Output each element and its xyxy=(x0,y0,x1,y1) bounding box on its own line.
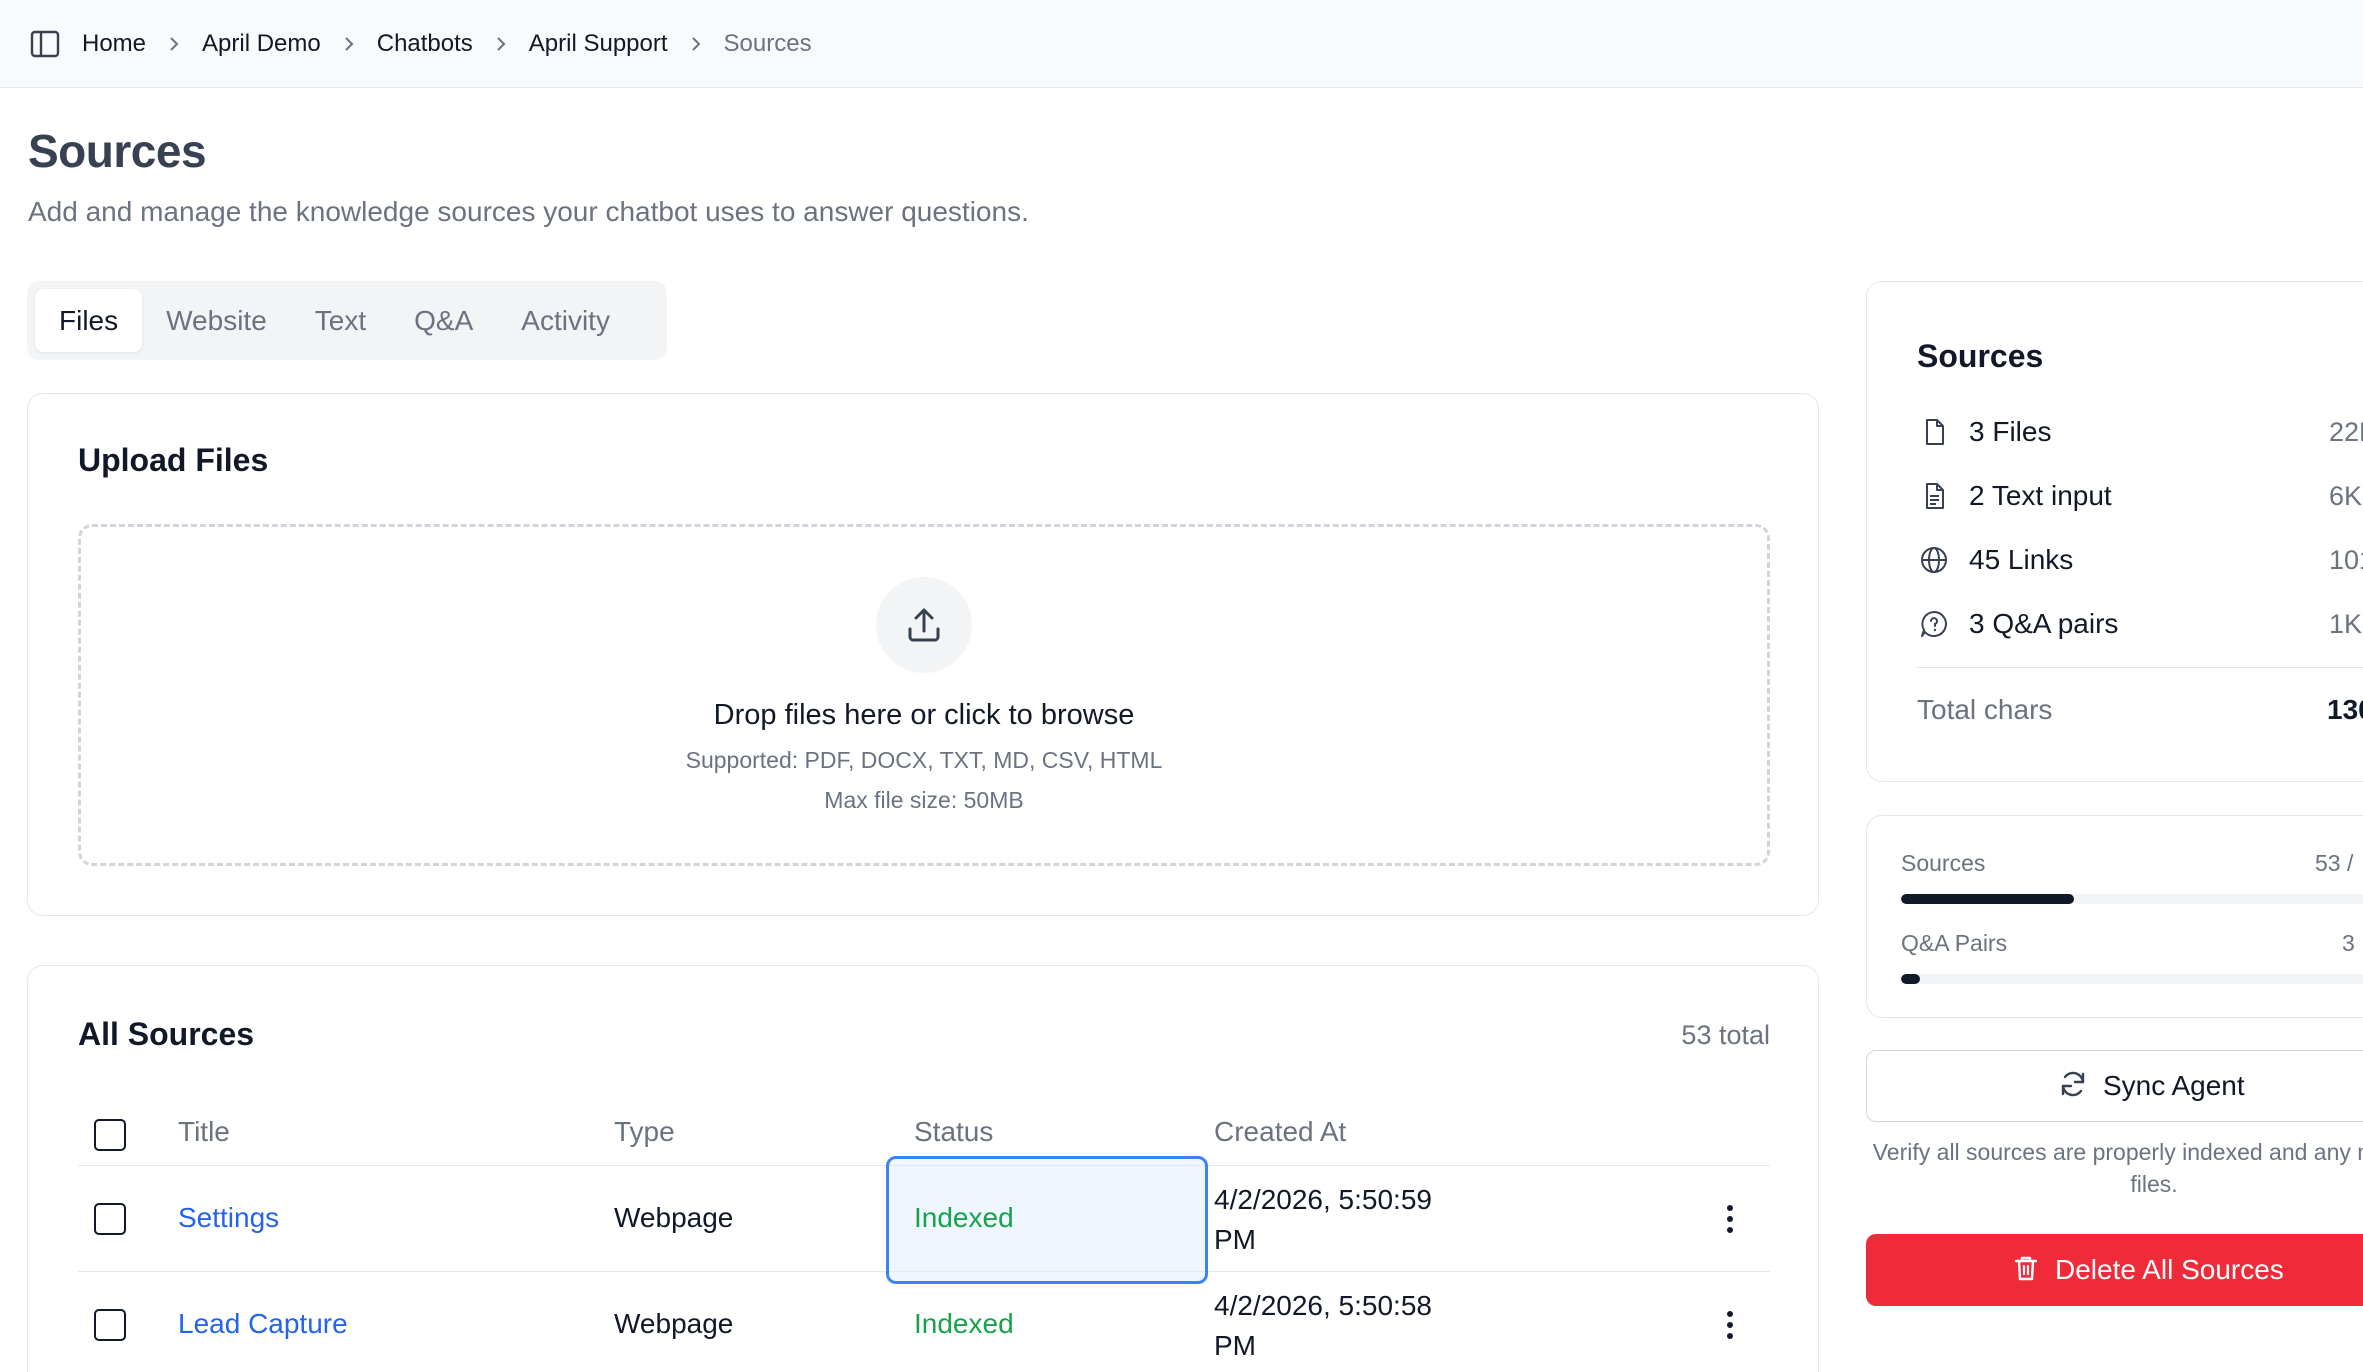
globe-icon xyxy=(1917,543,1951,577)
qa-usage-value: 3 xyxy=(2342,930,2355,956)
summary-value: 101K cha xyxy=(2329,544,2363,575)
column-title[interactable]: Title xyxy=(178,1116,230,1148)
created-at-line1: 4/2/2026, 5:50:58 xyxy=(1214,1290,1432,1321)
summary-value: 22K cha xyxy=(2329,416,2363,447)
qa-usage-label: Q&A Pairs xyxy=(1901,930,2008,956)
table-row[interactable]: Settings Webpage Indexed 4/2/2026, 5:50:… xyxy=(78,1156,1770,1284)
sources-usage-label: Sources xyxy=(1901,850,1986,876)
breadcrumb-current: Sources xyxy=(723,29,812,57)
tab-text[interactable]: Text xyxy=(291,289,390,352)
dropzone-text: Drop files here or click to browse xyxy=(713,699,1135,731)
top-bar: Home April Demo Chatbots April Support S… xyxy=(0,0,2363,88)
breadcrumb-home[interactable]: Home xyxy=(82,30,146,58)
summary-label: 3 Q&A pairs xyxy=(1969,608,2119,639)
column-status[interactable]: Status xyxy=(914,1116,993,1148)
status-badge: Indexed xyxy=(914,1308,1014,1339)
created-at: 4/2/2026, 5:50:59 PM xyxy=(1214,1180,1432,1260)
summary-value: 1K cha xyxy=(2329,608,2363,639)
chevron-right-icon xyxy=(168,35,180,53)
source-title-link[interactable]: Lead Capture xyxy=(178,1308,348,1340)
total-chars-label: Total chars xyxy=(1917,694,2053,725)
refresh-icon xyxy=(2057,1068,2089,1105)
sources-usage-value: 53 / xyxy=(2315,850,2354,876)
delete-all-sources-label: Delete All Sources xyxy=(2055,1254,2284,1285)
row-checkbox[interactable] xyxy=(94,1309,126,1341)
usage-card: Sources 53 / Q&A Pairs 3 xyxy=(1866,815,2363,1018)
tab-website[interactable]: Website xyxy=(142,289,291,352)
upload-files-card: Upload Files Drop files here or click to… xyxy=(27,393,1819,916)
sync-note: Verify all sources are properly indexed … xyxy=(1872,1139,2363,1197)
delete-all-sources-button[interactable]: Delete All Sources xyxy=(1866,1234,2363,1306)
row-actions-icon[interactable] xyxy=(1718,1305,1742,1345)
source-title-link[interactable]: Settings xyxy=(178,1202,279,1234)
sources-usage-bar xyxy=(1901,894,2363,904)
summary-title: Sources xyxy=(1917,338,2044,374)
created-at-line2: PM xyxy=(1214,1330,1256,1361)
tab-files[interactable]: Files xyxy=(35,289,143,352)
row-actions-icon[interactable] xyxy=(1718,1199,1742,1239)
summary-row-files: 3 Files 22K cha xyxy=(1917,412,2363,452)
summary-label: 2 Text input xyxy=(1969,480,2112,511)
sources-summary-card: Sources 3 Files 22K cha 2 Text input 6K … xyxy=(1866,281,2363,782)
summary-divider xyxy=(1917,667,2363,668)
source-type: Webpage xyxy=(614,1202,734,1233)
qa-usage-bar xyxy=(1901,974,2363,984)
chevron-right-icon xyxy=(495,35,507,53)
tab-qa[interactable]: Q&A xyxy=(390,289,497,352)
upload-icon xyxy=(876,577,972,673)
created-at-line1: 4/2/2026, 5:50:59 xyxy=(1214,1184,1432,1215)
all-sources-card: All Sources 53 total Title Type Status C… xyxy=(27,965,1819,1372)
source-type: Webpage xyxy=(614,1308,734,1339)
trash-icon xyxy=(2011,1253,2041,1288)
summary-row-text: 2 Text input 6K cha xyxy=(1917,476,2363,516)
sync-agent-button[interactable]: Sync Agent xyxy=(1866,1050,2363,1122)
summary-row-links: 45 Links 101K cha xyxy=(1917,540,2363,580)
summary-label: 3 Files xyxy=(1969,416,2052,447)
breadcrumb-april-demo[interactable]: April Demo xyxy=(202,30,321,58)
breadcrumb-april-support[interactable]: April Support xyxy=(529,30,668,58)
status-badge: Indexed xyxy=(914,1202,1014,1233)
qa-usage-fill xyxy=(1901,974,1921,984)
total-chars-value: 130 xyxy=(2327,694,2363,725)
supported-formats: Supported: PDF, DOCX, TXT, MD, CSV, HTML xyxy=(685,747,1163,773)
summary-row-qa: 3 Q&A pairs 1K cha xyxy=(1917,604,2363,644)
tab-activity[interactable]: Activity xyxy=(497,289,634,352)
column-created-at[interactable]: Created At xyxy=(1214,1116,1346,1148)
chevron-right-icon xyxy=(343,35,355,53)
column-type[interactable]: Type xyxy=(614,1116,675,1148)
max-file-size: Max file size: 50MB xyxy=(824,787,1024,813)
all-sources-title: All Sources xyxy=(78,1016,255,1052)
question-bubble-icon xyxy=(1917,607,1951,641)
page-subtitle: Add and manage the knowledge sources you… xyxy=(28,196,1029,227)
chevron-right-icon xyxy=(690,35,702,53)
upload-files-title: Upload Files xyxy=(78,442,269,478)
file-icon xyxy=(1917,415,1951,449)
table-row[interactable]: Lead Capture Webpage Indexed 4/2/2026, 5… xyxy=(78,1272,1770,1372)
file-dropzone[interactable]: Drop files here or click to browse Suppo… xyxy=(78,524,1770,866)
select-all-checkbox[interactable] xyxy=(94,1119,126,1151)
breadcrumb-chatbots[interactable]: Chatbots xyxy=(377,30,473,58)
created-at-line2: PM xyxy=(1214,1224,1256,1255)
document-text-icon xyxy=(1917,479,1951,513)
sidebar-toggle-icon[interactable] xyxy=(28,27,62,61)
row-checkbox[interactable] xyxy=(94,1203,126,1235)
sync-agent-label: Sync Agent xyxy=(2103,1070,2245,1101)
source-tabs: Files Website Text Q&A Activity xyxy=(27,281,667,360)
sources-usage-fill xyxy=(1901,894,2074,904)
created-at: 4/2/2026, 5:50:58 PM xyxy=(1214,1286,1432,1366)
summary-label: 45 Links xyxy=(1969,544,2074,575)
page-title: Sources xyxy=(28,125,207,177)
summary-value: 6K cha xyxy=(2329,480,2363,511)
sources-total-count: 53 total xyxy=(1681,1020,1770,1050)
